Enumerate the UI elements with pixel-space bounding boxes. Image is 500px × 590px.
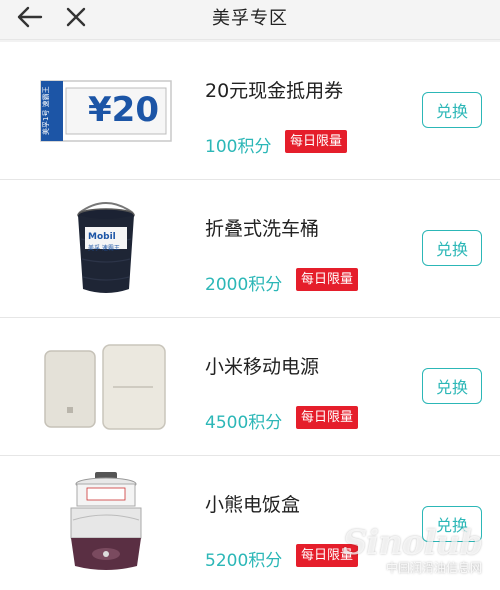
item-points: 100积分 [205, 137, 272, 157]
top-bar: 美孚专区 [0, 0, 500, 40]
bucket-image: Mobil 美孚 速霸王 [26, 190, 186, 308]
item-points: 5200积分 [205, 551, 283, 571]
bucket-logo-sub: 美孚 速霸王 [88, 245, 120, 252]
page-title: 美孚专区 [212, 8, 288, 29]
voucher-amount: ¥20 [88, 90, 159, 130]
item-name: 小米移动电源 [205, 356, 320, 378]
product-list: 美孚1号 速霸王 ¥20 20元现金抵用券 100积分 每日限量 兑换 Mobi… [0, 42, 500, 590]
lunch-box-image [26, 466, 186, 584]
redeem-button[interactable]: 兑换 [422, 230, 482, 266]
item-points: 4500积分 [205, 413, 283, 433]
item-name: 小熊电饭盒 [205, 494, 301, 516]
item-name: 20元现金抵用券 [205, 80, 344, 102]
daily-limit-badge: 每日限量 [296, 406, 359, 429]
item-name: 折叠式洗车桶 [205, 218, 320, 240]
daily-limit-badge: 每日限量 [296, 268, 359, 291]
item-points: 2000积分 [205, 275, 283, 295]
daily-limit-badge: 每日限量 [285, 130, 348, 153]
list-item: Mobil 美孚 速霸王 折叠式洗车桶 2000积分 每日限量 兑换 [0, 180, 500, 318]
power-bank-image [26, 328, 186, 446]
list-item: 小米移动电源 4500积分 每日限量 兑换 [0, 318, 500, 456]
voucher-image: 美孚1号 速霸王 ¥20 [26, 52, 186, 170]
voucher-side-text: 美孚1号 速霸王 [42, 86, 50, 135]
redeem-button[interactable]: 兑换 [422, 368, 482, 404]
watermark-logo: Sinolub [342, 523, 483, 563]
bucket-logo: Mobil [88, 232, 116, 242]
redeem-button[interactable]: 兑换 [422, 92, 482, 128]
watermark: Sinolub 中国润滑油信息网 [342, 523, 483, 576]
list-item: 美孚1号 速霸王 ¥20 20元现金抵用券 100积分 每日限量 兑换 [0, 42, 500, 180]
